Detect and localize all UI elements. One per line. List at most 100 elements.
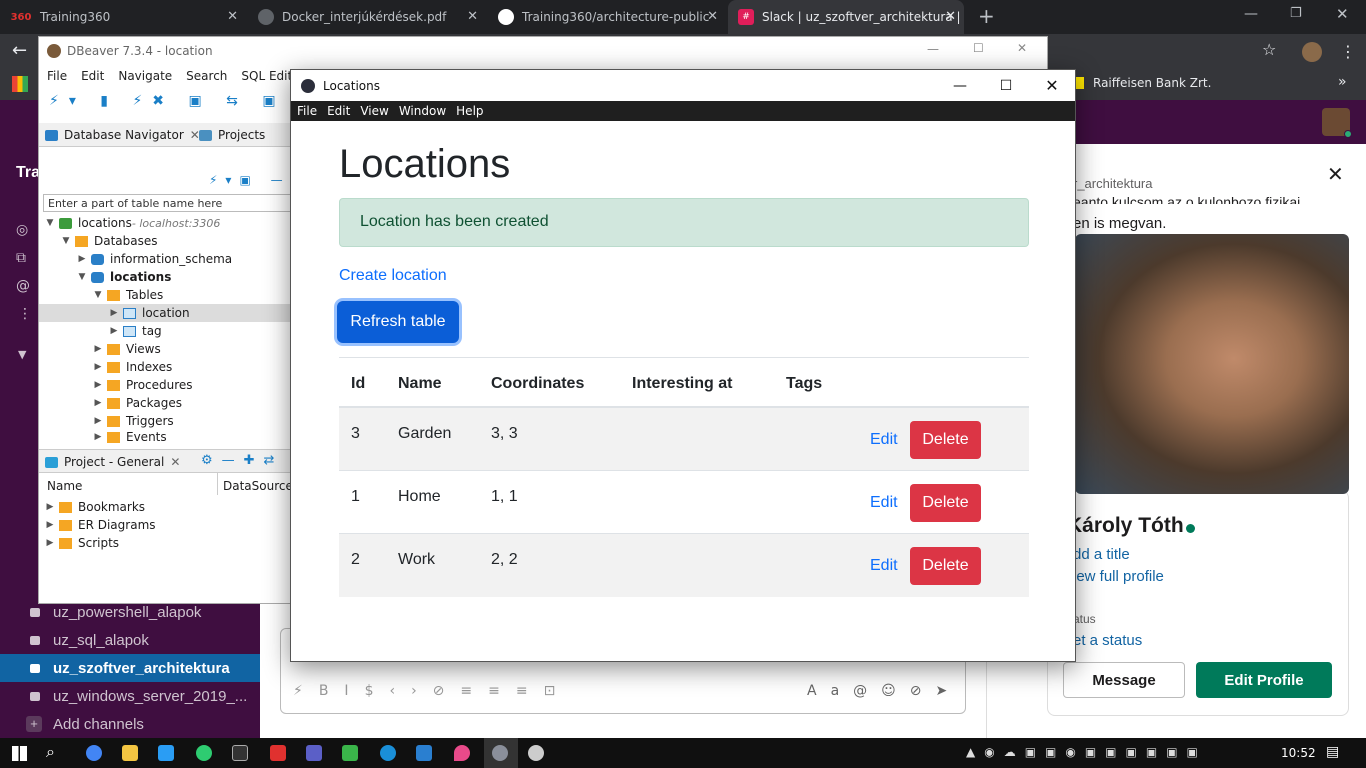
navigator-toolbar[interactable]: ⚡▾▣ — (209, 173, 291, 187)
chrome-app-icon[interactable] (86, 745, 102, 761)
menu-dots-icon[interactable]: ⋮ (1340, 42, 1356, 61)
chevron-down-icon[interactable]: ▼ (93, 290, 103, 300)
close-icon[interactable]: ✕ (1017, 41, 1027, 55)
chevron-right-icon[interactable]: ▶ (45, 502, 55, 512)
tree-connection[interactable]: ▼ locations - localhost:3306 (45, 214, 221, 232)
bookmark-link[interactable]: Raiffeisen Bank Zrt. (1093, 76, 1211, 90)
close-tab-icon[interactable]: ✕ (467, 9, 478, 24)
set-status-link[interactable]: et a status (1073, 632, 1142, 649)
chevron-right-icon[interactable]: ▶ (93, 362, 103, 372)
browser-tab[interactable]: Docker_interjúkérdések.pdf ✕ (248, 0, 486, 34)
search-icon[interactable]: ⌕ (46, 742, 55, 762)
vscode-app-icon[interactable] (158, 745, 174, 761)
tree-events[interactable]: ▶ Events (93, 430, 167, 444)
tree-db-info-schema[interactable]: ▶ information_schema (77, 250, 233, 268)
add-channels-button[interactable]: + Add channels (0, 710, 260, 738)
browser-tab-active[interactable]: # Slack | uz_szoftver_architektura | ✕ (728, 0, 964, 34)
tree-triggers[interactable]: ▶ Triggers (93, 412, 174, 430)
more-icon[interactable]: ⋮ (18, 306, 32, 322)
menu-search[interactable]: Search (186, 69, 227, 83)
chevron-right-icon[interactable]: ▶ (45, 538, 55, 548)
edit-link[interactable]: Edit (870, 494, 898, 512)
maximize-icon[interactable]: ☐ (983, 70, 1029, 101)
chevron-right-icon[interactable]: ▶ (109, 326, 119, 336)
chevron-right-icon[interactable]: ▶ (93, 432, 103, 442)
edit-link[interactable]: Edit (870, 431, 898, 449)
caret-down-icon[interactable]: ▼ (18, 348, 26, 361)
threads-icon[interactable]: ◎ (16, 222, 28, 238)
profile-avatar[interactable] (1302, 42, 1322, 62)
tree-procedures[interactable]: ▶ Procedures (93, 376, 193, 394)
app-icon[interactable] (380, 745, 396, 761)
composer-actions[interactable]: Aa@☺⊘➤ (807, 683, 961, 699)
tab-database-navigator[interactable]: Database Navigator ✕ (45, 128, 200, 142)
minimize-icon[interactable]: — (927, 42, 939, 56)
chevron-right-icon[interactable]: ▶ (45, 520, 55, 530)
dms-icon[interactable]: ⧉ (16, 250, 26, 266)
app-icon[interactable] (454, 745, 470, 761)
chevron-right-icon[interactable]: ▶ (93, 416, 103, 426)
clock[interactable]: 10:52 (1281, 746, 1316, 760)
chevron-right-icon[interactable]: ▶ (93, 380, 103, 390)
tab-projects[interactable]: Projects (199, 128, 265, 142)
tree-table-location[interactable]: ▶ location (109, 304, 190, 322)
menu-navigate[interactable]: Navigate (118, 69, 172, 83)
tree-db-locations[interactable]: ▼ locations (77, 268, 172, 286)
project-er-diagrams[interactable]: ▶ ER Diagrams (45, 516, 156, 534)
electron-app-icon[interactable] (492, 745, 508, 761)
menu-file[interactable]: File (47, 69, 67, 83)
table-filter-input[interactable]: Enter a part of table name here (43, 194, 291, 212)
browser-tab[interactable]: Training360/architecture-public ✕ (488, 0, 726, 34)
chevron-right-icon[interactable]: ▶ (77, 254, 87, 264)
chevron-down-icon[interactable]: ▼ (61, 236, 71, 246)
tree-table-tag[interactable]: ▶ tag (109, 322, 162, 340)
browser-tab[interactable]: 360 Training360 ✕ (0, 0, 246, 34)
delete-button[interactable]: Delete (910, 421, 981, 459)
system-tray[interactable]: ▲◉☁▣▣◉▣▣▣▣▣▣ (966, 745, 1207, 759)
maximize-icon[interactable]: ❐ (1290, 6, 1302, 21)
back-arrow-icon[interactable]: ← (12, 40, 27, 61)
menu-window[interactable]: Window (399, 104, 446, 118)
tree-views[interactable]: ▶ Views (93, 340, 161, 358)
edit-profile-button[interactable]: Edit Profile (1196, 662, 1332, 698)
channel-item[interactable]: uz_windows_server_2019_... (0, 682, 260, 710)
bookmark-star-icon[interactable]: ☆ (1262, 40, 1276, 59)
tree-tables[interactable]: ▼ Tables (93, 286, 164, 304)
apps-grid-icon[interactable] (12, 76, 28, 92)
close-tab-icon[interactable]: ✕ (707, 9, 718, 24)
close-window-icon[interactable]: ✕ (1336, 5, 1349, 23)
refresh-table-button[interactable]: Refresh table (337, 301, 459, 343)
add-title-link[interactable]: dd a title (1073, 546, 1130, 563)
bookmarks-overflow[interactable]: » (1338, 74, 1347, 90)
close-tab-icon[interactable]: ✕ (945, 9, 956, 24)
delete-button[interactable]: Delete (910, 484, 981, 522)
explorer-app-icon[interactable] (122, 745, 138, 761)
workspace-name[interactable]: Tra (16, 164, 40, 182)
chevron-right-icon[interactable]: ▶ (93, 398, 103, 408)
menu-file[interactable]: File (297, 104, 317, 118)
create-location-link[interactable]: Create location (339, 267, 447, 285)
close-icon[interactable]: ✕ (1029, 70, 1075, 101)
maximize-icon[interactable]: ☐ (973, 41, 984, 55)
windows-start-icon[interactable] (12, 746, 27, 761)
formatting-toolbar[interactable]: ⚡BI$‹›⊘≡≡≡⊡ (293, 683, 571, 699)
project-bookmarks[interactable]: ▶ Bookmarks (45, 498, 146, 516)
tree-packages[interactable]: ▶ Packages (93, 394, 182, 412)
terminal-app-icon[interactable] (232, 745, 248, 761)
chevron-right-icon[interactable]: ▶ (93, 344, 103, 354)
channel-item[interactable]: uz_sql_alapok (0, 626, 260, 654)
project-toolbar[interactable]: ⚙—✚⇄ (201, 453, 283, 468)
app-icon[interactable] (416, 745, 432, 761)
channel-item-active[interactable]: uz_szoftver_architektura (0, 654, 260, 682)
chevron-down-icon[interactable]: ▼ (77, 272, 87, 282)
menu-edit[interactable]: Edit (327, 104, 350, 118)
tree-indexes[interactable]: ▶ Indexes (93, 358, 173, 376)
edge-app-icon[interactable] (196, 745, 212, 761)
close-tab-icon[interactable]: ✕ (170, 455, 180, 469)
teams-app-icon[interactable] (306, 745, 322, 761)
tab-project-general[interactable]: Project - General ✕ (45, 455, 180, 469)
close-panel-icon[interactable]: ✕ (1327, 162, 1344, 186)
view-profile-link[interactable]: iew full profile (1073, 568, 1164, 585)
delete-button[interactable]: Delete (910, 547, 981, 585)
mentions-icon[interactable]: @ (16, 278, 30, 294)
